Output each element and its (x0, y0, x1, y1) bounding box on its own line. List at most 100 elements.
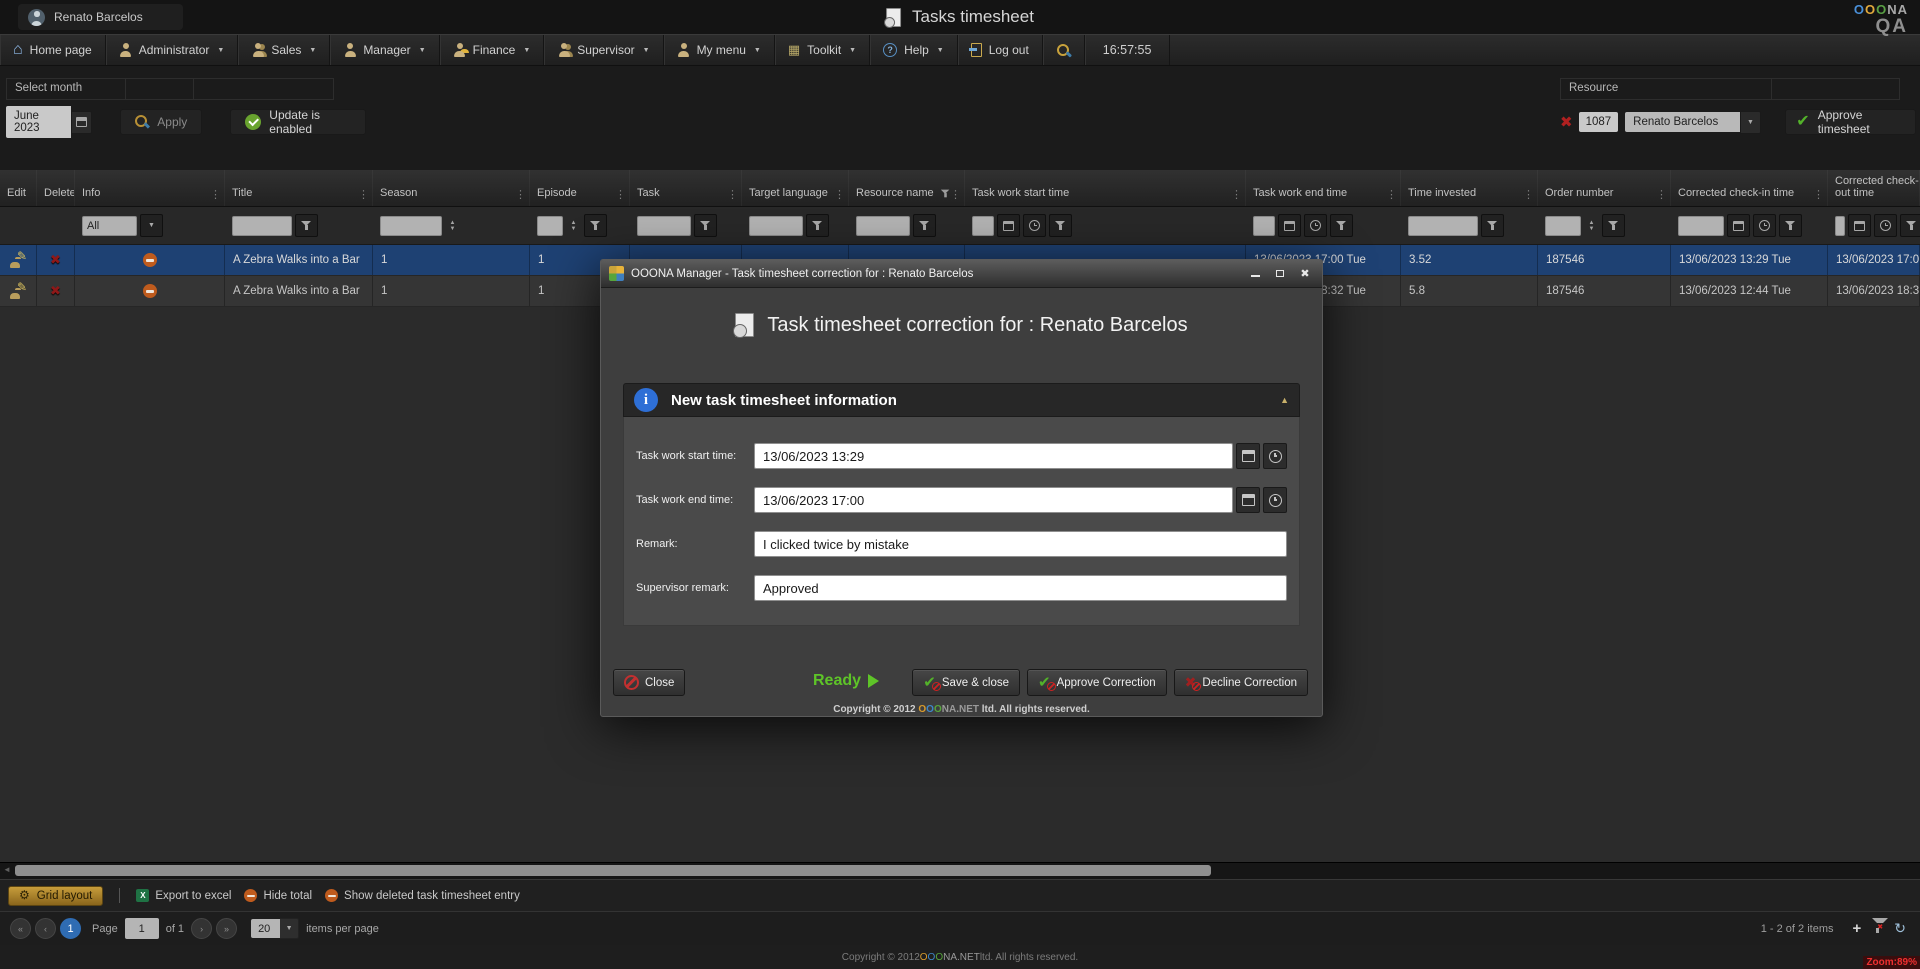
filter-input-resource_name[interactable] (856, 216, 910, 236)
filter-input-checkout_time[interactable] (1835, 216, 1845, 236)
menu-item-sales[interactable]: Sales▼ (238, 35, 330, 65)
filter-input-episode[interactable] (537, 216, 563, 236)
clock-filter-button[interactable] (1023, 214, 1046, 237)
info-filter-select[interactable]: All (82, 216, 137, 236)
calendar-filter-button[interactable] (1278, 214, 1301, 237)
export-excel-button[interactable]: X Export to excel (136, 889, 231, 902)
update-enabled-button[interactable]: Update is enabled (230, 109, 366, 135)
refresh-icon[interactable]: ↻ (1894, 922, 1906, 935)
clock-filter-button[interactable] (1753, 214, 1776, 237)
filter-input-time_invested[interactable] (1408, 216, 1478, 236)
column-header-checkout_time[interactable]: Corrected check-out time (1828, 170, 1920, 206)
calendar-filter-button[interactable] (997, 214, 1020, 237)
maximize-button[interactable] (1271, 266, 1289, 281)
close-button[interactable]: Close (613, 669, 685, 696)
funnel-filter-button[interactable] (1602, 214, 1625, 237)
column-menu-icon[interactable]: ⋮ (615, 190, 626, 200)
menu-item-administrator[interactable]: Administrator▼ (106, 35, 239, 65)
column-menu-icon[interactable]: ⋮ (210, 190, 221, 200)
column-menu-icon[interactable]: ⋮ (950, 190, 961, 200)
column-header-season[interactable]: Season⋮ (373, 170, 530, 206)
horizontal-scrollbar[interactable]: ◄ (0, 862, 1920, 879)
start-time-input[interactable] (754, 443, 1233, 469)
dialog-titlebar[interactable]: OOONA Manager - Task timesheet correctio… (601, 260, 1322, 288)
clear-resource-icon[interactable]: ✖ (1560, 113, 1573, 131)
column-header-end_time[interactable]: Task work end time⋮ (1246, 170, 1401, 206)
funnel-filter-button[interactable] (913, 214, 936, 237)
column-header-start_time[interactable]: Task work start time⋮ (965, 170, 1246, 206)
column-menu-icon[interactable]: ⋮ (515, 190, 526, 200)
menu-search-button[interactable] (1043, 35, 1085, 65)
resource-dropdown-button[interactable]: ▼ (1740, 111, 1762, 134)
column-header-info[interactable]: Info⋮ (75, 170, 225, 206)
funnel-filter-button[interactable] (1900, 214, 1920, 237)
previous-page-button[interactable]: ‹ (35, 918, 56, 939)
menu-item-finance[interactable]: Finance▼ (440, 35, 545, 65)
menu-item-my-menu[interactable]: My menu▼ (664, 35, 775, 65)
spinner-buttons[interactable]: ▲▼ (445, 220, 460, 232)
column-menu-icon[interactable]: ⋮ (1813, 190, 1824, 200)
collapse-icon[interactable]: ▲ (1280, 395, 1289, 405)
column-header-episode[interactable]: Episode⋮ (530, 170, 630, 206)
edit-entry-icon[interactable] (10, 284, 26, 299)
save-close-button[interactable]: ✔ Save & close (912, 669, 1020, 696)
column-menu-icon[interactable]: ⋮ (1231, 190, 1242, 200)
column-header-order_number[interactable]: Order number⋮ (1538, 170, 1671, 206)
clear-filters-icon[interactable] (1872, 923, 1883, 934)
column-menu-icon[interactable]: ⋮ (1523, 190, 1534, 200)
calendar-filter-button[interactable] (1727, 214, 1750, 237)
approve-timesheet-button[interactable]: ✔ Approve timesheet (1785, 109, 1916, 135)
clock-filter-button[interactable] (1304, 214, 1327, 237)
user-menu-button[interactable]: Renato Barcelos (18, 4, 183, 30)
column-header-checkin_time[interactable]: Corrected check-in time⋮ (1671, 170, 1828, 206)
column-header-resource_name[interactable]: Resource name⋮ (849, 170, 965, 206)
apply-button[interactable]: Apply (120, 109, 202, 135)
first-page-button[interactable]: « (10, 918, 31, 939)
delete-entry-icon[interactable]: ✖ (50, 252, 61, 268)
menu-item-home-page[interactable]: Home page (0, 35, 106, 65)
minimize-button[interactable] (1246, 266, 1264, 281)
plus-icon[interactable]: + (1853, 922, 1862, 935)
month-input[interactable]: June 2023 (6, 106, 71, 138)
column-header-target_language[interactable]: Target language⋮ (742, 170, 849, 206)
funnel-filter-button[interactable] (694, 214, 717, 237)
column-header-edit[interactable]: Edit (0, 170, 37, 206)
filter-input-end_time[interactable] (1253, 216, 1275, 236)
funnel-filter-button[interactable] (1779, 214, 1802, 237)
month-calendar-button[interactable] (71, 111, 92, 134)
delete-entry-icon[interactable]: ✖ (50, 283, 61, 299)
spinner-buttons[interactable]: ▲▼ (1584, 220, 1599, 232)
approve-correction-button[interactable]: ✔ Approve Correction (1027, 669, 1167, 696)
end-time-picker-button[interactable] (1263, 487, 1287, 513)
menu-item-toolkit[interactable]: Toolkit▼ (775, 35, 870, 65)
column-header-time_invested[interactable]: Time invested⋮ (1401, 170, 1538, 206)
page-size-value[interactable]: 20 (251, 919, 280, 938)
remark-input[interactable] (754, 531, 1287, 557)
scroll-left-icon[interactable]: ◄ (3, 865, 11, 874)
hide-total-button[interactable]: Hide total (244, 889, 312, 902)
column-menu-icon[interactable]: ⋮ (727, 190, 738, 200)
spinner-buttons[interactable]: ▲▼ (566, 220, 581, 232)
clock-filter-button[interactable] (1874, 214, 1897, 237)
funnel-filter-button[interactable] (1481, 214, 1504, 237)
filter-input-order_number[interactable] (1545, 216, 1581, 236)
edit-entry-icon[interactable] (10, 253, 26, 268)
funnel-filter-button[interactable] (1330, 214, 1353, 237)
page-size-dropdown-button[interactable]: ▼ (280, 918, 299, 939)
start-time-picker-button[interactable] (1263, 443, 1287, 469)
filter-input-title[interactable] (232, 216, 292, 236)
funnel-filter-button[interactable] (295, 214, 318, 237)
filter-input-start_time[interactable] (972, 216, 994, 236)
show-deleted-button[interactable]: Show deleted task timesheet entry (325, 889, 520, 902)
column-menu-icon[interactable]: ⋮ (1386, 190, 1397, 200)
funnel-filter-button[interactable] (584, 214, 607, 237)
decline-correction-button[interactable]: ✖ Decline Correction (1174, 669, 1308, 696)
menu-item-manager[interactable]: Manager▼ (330, 35, 439, 65)
end-time-input[interactable] (754, 487, 1233, 513)
filter-input-target_language[interactable] (749, 216, 803, 236)
funnel-filter-button[interactable] (1049, 214, 1072, 237)
calendar-filter-button[interactable] (1848, 214, 1871, 237)
page-number-input[interactable] (125, 918, 159, 939)
supervisor-remark-input[interactable] (754, 575, 1287, 601)
last-page-button[interactable]: » (216, 918, 237, 939)
